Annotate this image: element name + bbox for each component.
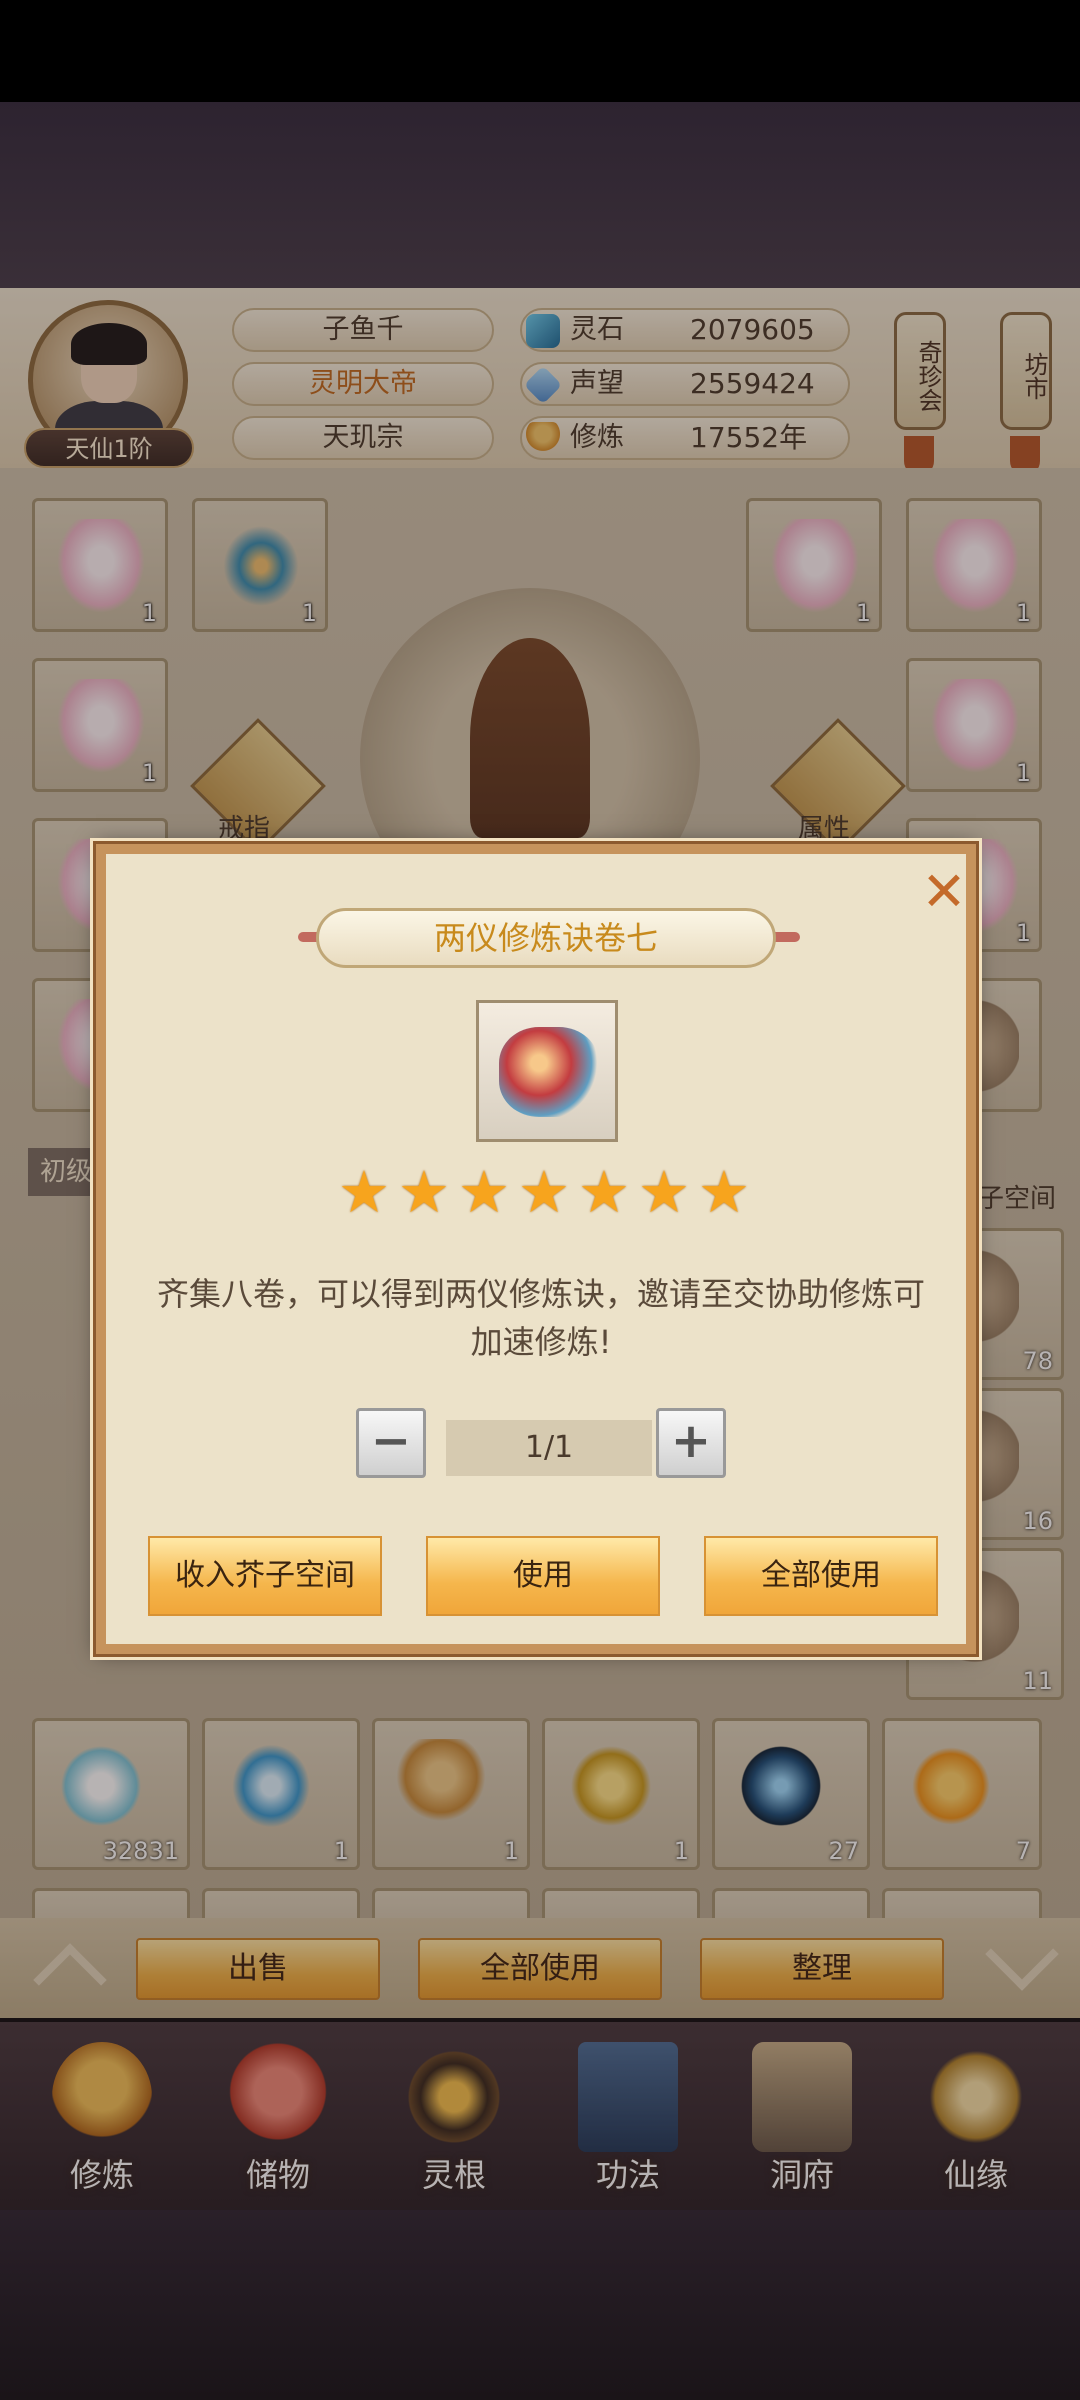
star-icon: ★	[398, 1158, 450, 1226]
use-all-button[interactable]: 全部使用	[704, 1536, 938, 1616]
scroll-item-icon	[499, 1027, 599, 1117]
dialog-title: 两仪修炼诀卷七	[433, 919, 658, 957]
item-detail-dialog: ✕ 两仪修炼诀卷七 ★ ★ ★ ★ ★ ★ ★ 齐集八卷，可以得到两仪修炼诀，邀请至交协助修…	[93, 841, 979, 1657]
star-icon: ★	[638, 1158, 690, 1226]
store-in-space-button[interactable]: 收入芥子空间	[148, 1536, 382, 1616]
star-icon: ★	[458, 1158, 510, 1226]
top-background	[0, 102, 1080, 288]
quantity-minus-button[interactable]: −	[356, 1408, 426, 1478]
status-bar	[0, 0, 1080, 102]
title-banner: 两仪修炼诀卷七	[316, 908, 776, 968]
quantity-display: 1/1	[446, 1420, 652, 1476]
item-description: 齐集八卷，可以得到两仪修炼诀，邀请至交协助修炼可加速修炼!	[156, 1275, 925, 1361]
star-icon: ★	[518, 1158, 570, 1226]
star-icon: ★	[338, 1158, 390, 1226]
star-icon: ★	[578, 1158, 630, 1226]
close-icon[interactable]: ✕	[914, 864, 974, 924]
bottom-background	[0, 2210, 1080, 2400]
quantity-plus-button[interactable]: +	[656, 1408, 726, 1478]
item-preview	[476, 1000, 618, 1142]
star-icon: ★	[698, 1158, 750, 1226]
use-button[interactable]: 使用	[426, 1536, 660, 1616]
star-rating: ★ ★ ★ ★ ★ ★ ★	[336, 1158, 756, 1226]
